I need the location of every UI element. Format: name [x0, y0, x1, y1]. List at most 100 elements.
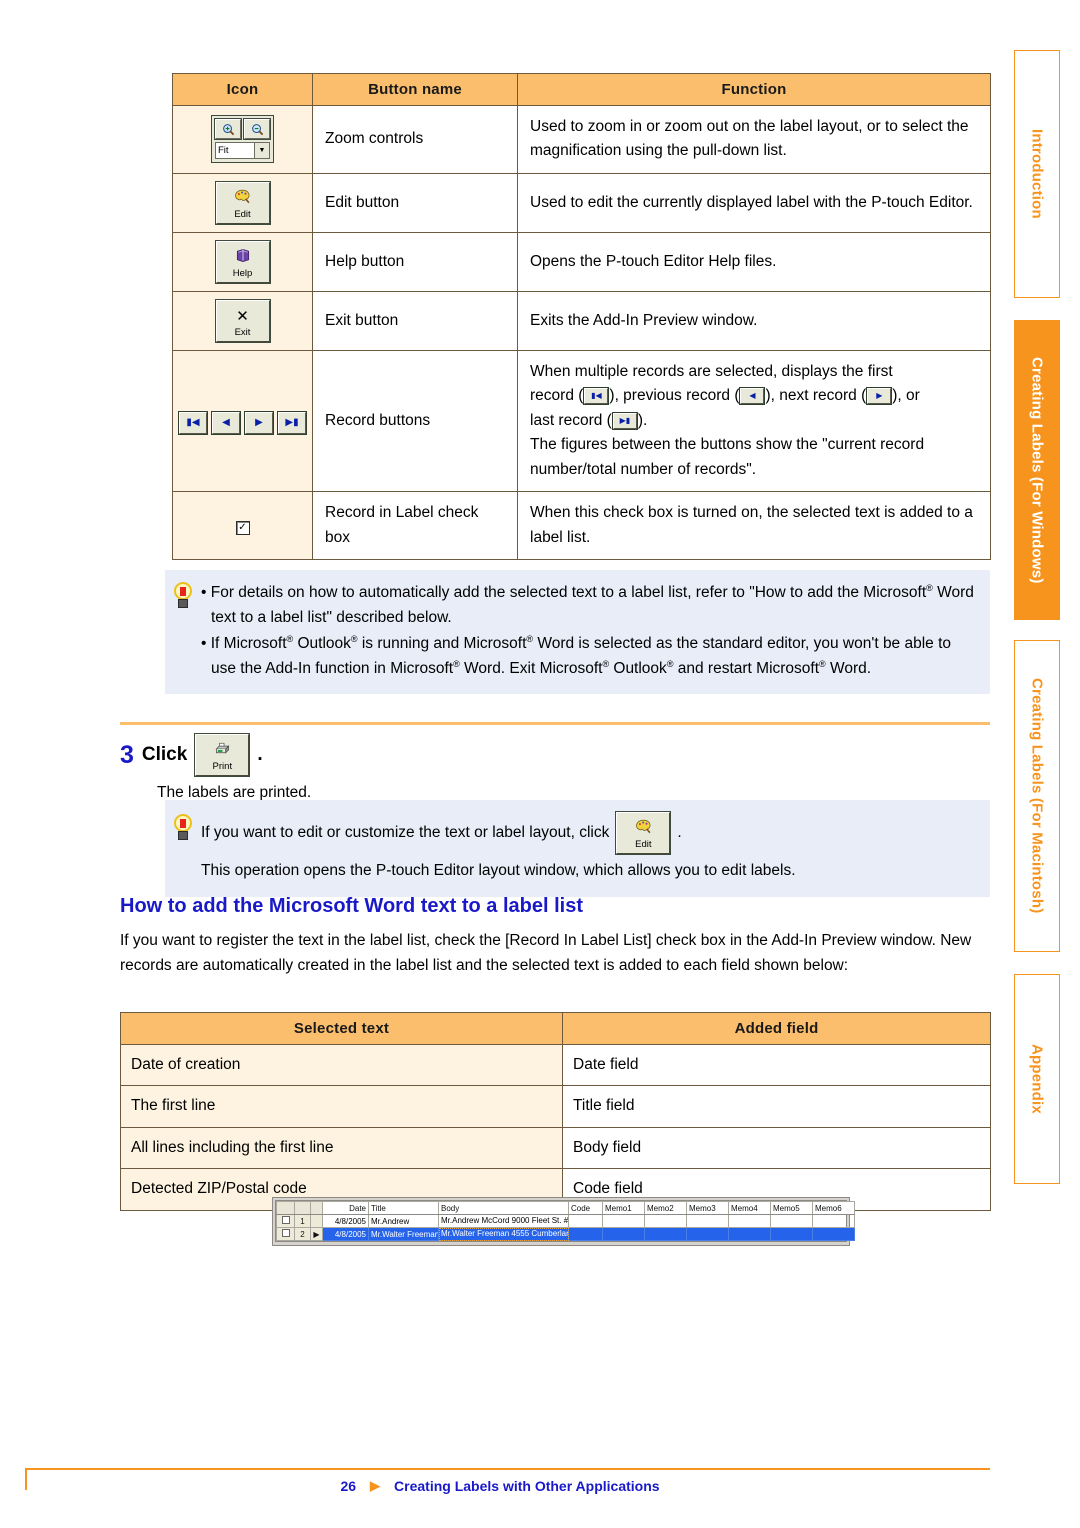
step-action-label: Click: [141, 744, 188, 765]
checkbox-checked-icon[interactable]: ✓: [235, 520, 250, 535]
grid-col-memo2[interactable]: Memo2: [644, 1201, 687, 1215]
record-buttons-icon[interactable]: ▮◀ ◀ ▶ ▶▮: [178, 410, 307, 435]
previous-record-icon: ◀: [739, 387, 766, 406]
step-period: .: [257, 744, 263, 765]
sidebar-tab-label: Creating Labels (For Macintosh): [1028, 678, 1046, 914]
field-mapping-table: Selected text Added field Date of creati…: [120, 1012, 991, 1211]
button-name-cell: Record in Label check box: [312, 491, 518, 561]
cell-date[interactable]: 4/8/2005: [322, 1227, 369, 1242]
sidebar-tab-creating-labels-windows[interactable]: Creating Labels (For Windows): [1014, 320, 1060, 620]
zoom-controls-icon[interactable]: Fit ▼: [211, 115, 274, 164]
grid-col-memo1[interactable]: Memo1: [602, 1201, 645, 1215]
previous-record-icon[interactable]: ◀: [211, 410, 241, 435]
last-record-icon[interactable]: ▶▮: [277, 410, 307, 435]
grid-col-select: [276, 1201, 295, 1215]
cell-title[interactable]: Mr.Andrew: [368, 1213, 439, 1229]
intro-paragraph: If you want to register the text in the …: [120, 932, 972, 975]
page-number: 26: [340, 1478, 357, 1494]
grid-col-body[interactable]: Body: [438, 1201, 569, 1215]
cell-memo2[interactable]: [644, 1213, 687, 1229]
cell-date[interactable]: 4/8/2005: [322, 1213, 369, 1229]
next-record-icon: ▶: [866, 387, 893, 406]
column-header-selected-text: Selected text: [120, 1012, 563, 1045]
note-line: If you want to edit or customize the tex…: [201, 811, 976, 855]
record-buttons-icon-cell: ▮◀ ◀ ▶ ▶▮: [172, 349, 313, 493]
cell-memo4[interactable]: [728, 1213, 771, 1229]
label-list-grid: Date Title Body Code Memo1 Memo2 Memo3 M…: [276, 1201, 855, 1242]
zoom-controls-icon-cell: Fit ▼: [172, 105, 313, 174]
note-body: For details on how to automatically add …: [201, 580, 976, 682]
grid-row[interactable]: 1 4/8/2005 Mr.Andrew Mr.Andrew McCord 90…: [276, 1213, 855, 1229]
grid-col-date[interactable]: Date: [322, 1201, 369, 1215]
grid-row-selected[interactable]: 2 ▶ 4/8/2005 Mr.Walter Freeman Mr.Walter…: [276, 1227, 855, 1242]
sidebar-tab-introduction[interactable]: Introduction: [1014, 50, 1060, 298]
zoom-in-icon[interactable]: [214, 118, 242, 141]
table-header-row: Selected text Added field: [120, 1012, 991, 1045]
grid-col-rownum: [294, 1201, 311, 1215]
cell-memo3[interactable]: [686, 1213, 729, 1229]
next-record-icon[interactable]: ▶: [244, 410, 274, 435]
grid-col-memo6[interactable]: Memo6: [812, 1201, 855, 1215]
cell-memo5[interactable]: [770, 1227, 813, 1242]
added-field-cell: Title field: [562, 1085, 991, 1128]
grid-col-memo3[interactable]: Memo3: [686, 1201, 729, 1215]
cell-memo1[interactable]: [602, 1227, 645, 1242]
cell-memo6[interactable]: [812, 1227, 855, 1242]
step-divider: [120, 722, 990, 725]
note-box-edit-tip: If you want to edit or customize the tex…: [165, 800, 990, 898]
added-field-cell: Body field: [562, 1126, 991, 1170]
grid-col-memo4[interactable]: Memo4: [728, 1201, 771, 1215]
button-name-cell: Exit button: [312, 290, 518, 351]
note-bullet: If Microsoft® Outlook® is running and Mi…: [201, 631, 976, 681]
cell-code[interactable]: [568, 1227, 603, 1242]
row-select-checkbox[interactable]: [276, 1213, 295, 1229]
edit-button-icon[interactable]: Edit: [615, 811, 672, 855]
cell-code[interactable]: [568, 1213, 603, 1229]
table-row: Edit Edit button Used to edit the curren…: [172, 172, 991, 233]
row-marker: ▶: [310, 1227, 323, 1242]
grid-col-memo5[interactable]: Memo5: [770, 1201, 813, 1215]
section-tabs: Introduction Creating Labels (For Window…: [1008, 28, 1072, 1408]
cell-body[interactable]: Mr.Andrew McCord 9000 Fleet St. #230 Any…: [438, 1213, 569, 1229]
chevron-down-icon[interactable]: ▼: [254, 143, 269, 159]
function-line: record (▮◀), previous record (◀), next r…: [530, 387, 920, 406]
button-name-cell: Record buttons: [312, 349, 518, 493]
sidebar-tab-creating-labels-macintosh[interactable]: Creating Labels (For Macintosh): [1014, 640, 1060, 952]
grid-col-code[interactable]: Code: [568, 1201, 603, 1215]
sidebar-tab-appendix[interactable]: Appendix: [1014, 974, 1060, 1184]
edit-button-caption: Edit: [234, 208, 251, 220]
zoom-magnification-select[interactable]: Fit ▼: [215, 142, 270, 160]
first-record-icon: ▮◀: [583, 387, 610, 406]
step-number: 3: [120, 740, 134, 769]
zoom-out-icon[interactable]: [243, 118, 271, 141]
cell-memo2[interactable]: [644, 1227, 687, 1242]
zoom-magnification-value: Fit: [218, 145, 229, 157]
cell-memo1[interactable]: [602, 1213, 645, 1229]
palette-icon: [617, 819, 669, 839]
cell-memo6[interactable]: [812, 1213, 855, 1229]
function-cell: When multiple records are selected, disp…: [517, 349, 991, 493]
added-field-cell: Date field: [562, 1043, 991, 1087]
print-button-icon[interactable]: Print: [194, 733, 251, 777]
function-line: When multiple records are selected, disp…: [530, 362, 893, 380]
grid-col-title[interactable]: Title: [368, 1201, 439, 1215]
help-button-icon[interactable]: Help: [214, 239, 271, 284]
row-number: 1: [294, 1213, 311, 1229]
first-record-icon[interactable]: ▮◀: [178, 410, 208, 435]
edit-button-icon[interactable]: Edit: [214, 180, 271, 225]
row-select-checkbox[interactable]: [276, 1227, 295, 1242]
page-content: Icon Button name Function Fit ▼ Zoom con…: [0, 0, 1000, 1528]
lightbulb-icon: [173, 814, 193, 844]
exit-button-caption: Exit: [234, 326, 251, 338]
printer-icon: [196, 741, 248, 761]
exit-button-icon[interactable]: ✕ Exit: [214, 298, 271, 343]
cell-title[interactable]: Mr.Walter Freeman: [368, 1227, 439, 1242]
triangle-marker-icon: ▶: [370, 1478, 381, 1493]
button-name-cell: Zoom controls: [312, 105, 518, 174]
cell-memo5[interactable]: [770, 1213, 813, 1229]
cell-body[interactable]: Mr.Walter Freeman 4555 Cumberland Pkwy A…: [438, 1227, 569, 1242]
cell-memo3[interactable]: [686, 1227, 729, 1242]
cell-memo4[interactable]: [728, 1227, 771, 1242]
table-row: Date of creation Date field: [120, 1043, 991, 1087]
selected-text-cell: Date of creation: [120, 1043, 563, 1087]
